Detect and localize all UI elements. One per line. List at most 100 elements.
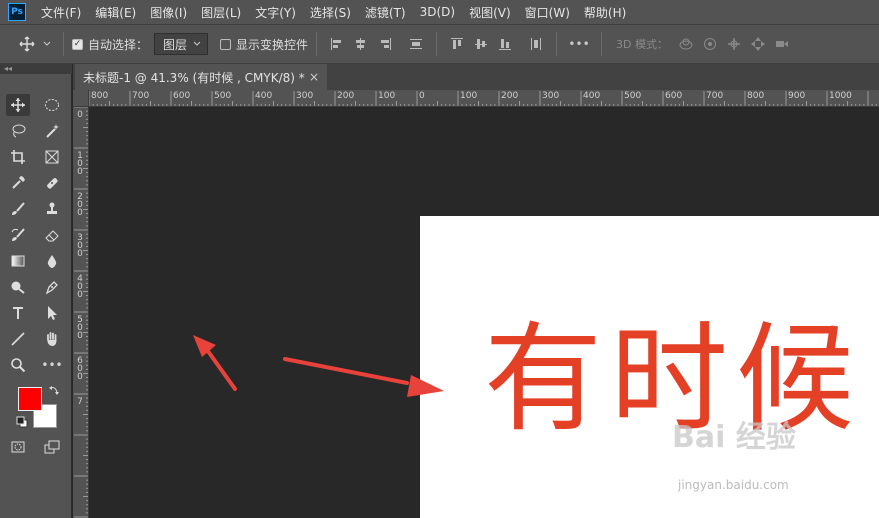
menu-select[interactable]: 选择(S) bbox=[303, 4, 358, 21]
ruler-origin[interactable] bbox=[73, 90, 89, 107]
history-brush-icon bbox=[11, 228, 25, 241]
pen-tool[interactable] bbox=[40, 276, 64, 298]
ruler-label: 100 bbox=[460, 91, 478, 101]
distribute-horizontal-icon[interactable] bbox=[407, 35, 425, 53]
menu-edit[interactable]: 编辑(E) bbox=[88, 4, 143, 21]
menu-help[interactable]: 帮助(H) bbox=[577, 4, 633, 21]
lasso-icon bbox=[12, 124, 26, 138]
document-tab[interactable]: 未标题-1 @ 41.3% (有时候 , CMYK/8) * × bbox=[75, 64, 327, 90]
gradient-tool[interactable] bbox=[6, 250, 30, 272]
document-tab-bar: 未标题-1 @ 41.3% (有时候 , CMYK/8) * × bbox=[73, 64, 879, 90]
menu-view[interactable]: 视图(V) bbox=[462, 4, 518, 21]
zoom-tool[interactable] bbox=[6, 354, 30, 376]
more-options-button[interactable]: ••• bbox=[568, 35, 590, 53]
menu-window[interactable]: 窗口(W) bbox=[518, 4, 577, 21]
ruler-label: 400 bbox=[583, 91, 601, 101]
eraser-icon bbox=[45, 230, 59, 242]
move-tool[interactable] bbox=[6, 94, 30, 116]
droplet-icon bbox=[47, 255, 57, 268]
auto-select-target-dropdown[interactable]: 图层 bbox=[154, 33, 209, 55]
align-vertical-center-icon[interactable] bbox=[472, 35, 490, 53]
menu-type[interactable]: 文字(Y) bbox=[248, 4, 303, 21]
ruler-label: 400 bbox=[255, 91, 273, 101]
hand-icon bbox=[47, 332, 57, 346]
clone-stamp-tool[interactable] bbox=[40, 198, 64, 220]
toolbar-collapse-handle[interactable]: ◂◂ bbox=[0, 64, 72, 74]
magic-wand-icon bbox=[46, 124, 59, 138]
quick-mask-button[interactable] bbox=[6, 436, 30, 458]
canvas-area[interactable]: 有时候 Bai 经验 jingyan.baidu.com bbox=[89, 107, 879, 518]
3d-pan-icon[interactable] bbox=[725, 35, 743, 53]
ruler-label: 500 bbox=[624, 91, 642, 101]
crop-tool[interactable] bbox=[6, 146, 30, 168]
show-transform-toggle[interactable]: 显示变换控件 bbox=[220, 36, 308, 53]
path-selection-tool[interactable] bbox=[40, 302, 64, 324]
pen-icon bbox=[45, 281, 58, 295]
gradient-icon bbox=[11, 255, 25, 267]
healing-brush-tool[interactable] bbox=[40, 172, 64, 194]
horizontal-ruler[interactable]: 800 700 600 500 400 300 200 100 0 100 200 300 400 500… bbox=[89, 90, 879, 107]
eyedropper-tool[interactable] bbox=[6, 172, 30, 194]
annotation-arrows bbox=[193, 335, 444, 397]
stamp-icon bbox=[47, 202, 57, 214]
3d-camera-icon[interactable] bbox=[773, 35, 791, 53]
show-transform-checkbox[interactable] bbox=[220, 38, 232, 50]
divider bbox=[556, 32, 558, 56]
type-icon bbox=[13, 307, 23, 319]
eraser-tool[interactable] bbox=[40, 224, 64, 246]
menu-file[interactable]: 文件(F) bbox=[34, 4, 88, 21]
ruler-label: 1 0 0 bbox=[77, 151, 83, 177]
align-right-icon[interactable] bbox=[376, 35, 394, 53]
menu-3d[interactable]: 3D(D) bbox=[413, 5, 462, 19]
ruler-label: 6 0 0 bbox=[77, 356, 83, 382]
menu-bar: Ps 文件(F) 编辑(E) 图像(I) 图层(L) 文字(Y) 选择(S) 滤… bbox=[0, 0, 879, 24]
frame-tool[interactable] bbox=[40, 146, 64, 168]
magic-wand-tool[interactable] bbox=[40, 120, 64, 142]
lasso-tool[interactable] bbox=[6, 120, 30, 142]
vertical-ruler[interactable]: 0 1 0 0 2 0 0 3 0 0 4 0 0 5 0 0 6 0 0 7 bbox=[73, 107, 89, 518]
align-left-icon[interactable] bbox=[328, 35, 346, 53]
align-top-icon[interactable] bbox=[448, 35, 466, 53]
menu-image[interactable]: 图像(I) bbox=[143, 4, 194, 21]
swap-colors-icon[interactable] bbox=[48, 384, 60, 399]
line-tool[interactable] bbox=[6, 328, 30, 350]
history-brush-tool[interactable] bbox=[6, 224, 30, 246]
blur-tool[interactable] bbox=[40, 250, 64, 272]
type-tool[interactable] bbox=[6, 302, 30, 324]
auto-select-toggle[interactable]: ✓ 自动选择： bbox=[72, 36, 148, 53]
ruler-label: 100 bbox=[378, 91, 396, 101]
ruler-label: 300 bbox=[542, 91, 560, 101]
3d-orbit-icon[interactable] bbox=[677, 35, 695, 53]
menu-filter[interactable]: 滤镜(T) bbox=[358, 4, 413, 21]
edit-toolbar-button[interactable]: ••• bbox=[40, 354, 64, 376]
chevron-down-icon[interactable] bbox=[42, 35, 52, 53]
auto-select-target-value: 图层 bbox=[163, 37, 188, 52]
ruler-label: 0 bbox=[419, 91, 425, 101]
brush-tool[interactable] bbox=[6, 198, 30, 220]
divider bbox=[63, 32, 64, 56]
distribute-vertical-icon[interactable] bbox=[527, 35, 545, 53]
foreground-color-swatch[interactable] bbox=[18, 387, 42, 411]
screen-mode-button[interactable] bbox=[40, 436, 64, 458]
default-colors-icon[interactable] bbox=[16, 416, 28, 431]
chevron-down-icon bbox=[193, 41, 201, 46]
close-icon[interactable]: × bbox=[309, 70, 319, 84]
3d-slide-icon[interactable] bbox=[749, 35, 767, 53]
align-bottom-icon[interactable] bbox=[496, 35, 514, 53]
arrow-left-pointer bbox=[193, 335, 237, 391]
dodge-icon bbox=[11, 281, 25, 294]
photoshop-logo[interactable]: Ps bbox=[8, 3, 26, 21]
3d-roll-icon[interactable] bbox=[701, 35, 719, 53]
frame-icon bbox=[45, 150, 59, 164]
dodge-tool[interactable] bbox=[6, 276, 30, 298]
ruler-label: 800 bbox=[91, 91, 109, 101]
screen-mode-icon bbox=[44, 440, 60, 454]
ruler-label: 900 bbox=[788, 91, 806, 101]
menu-layer[interactable]: 图层(L) bbox=[194, 4, 248, 21]
marquee-tool[interactable] bbox=[40, 94, 64, 116]
align-horizontal-center-icon[interactable] bbox=[352, 35, 370, 53]
auto-select-checkbox[interactable]: ✓ bbox=[72, 38, 83, 50]
ruler-label: 200 bbox=[501, 91, 519, 101]
move-tool-preset-icon[interactable] bbox=[18, 35, 36, 53]
hand-tool[interactable] bbox=[40, 328, 64, 350]
